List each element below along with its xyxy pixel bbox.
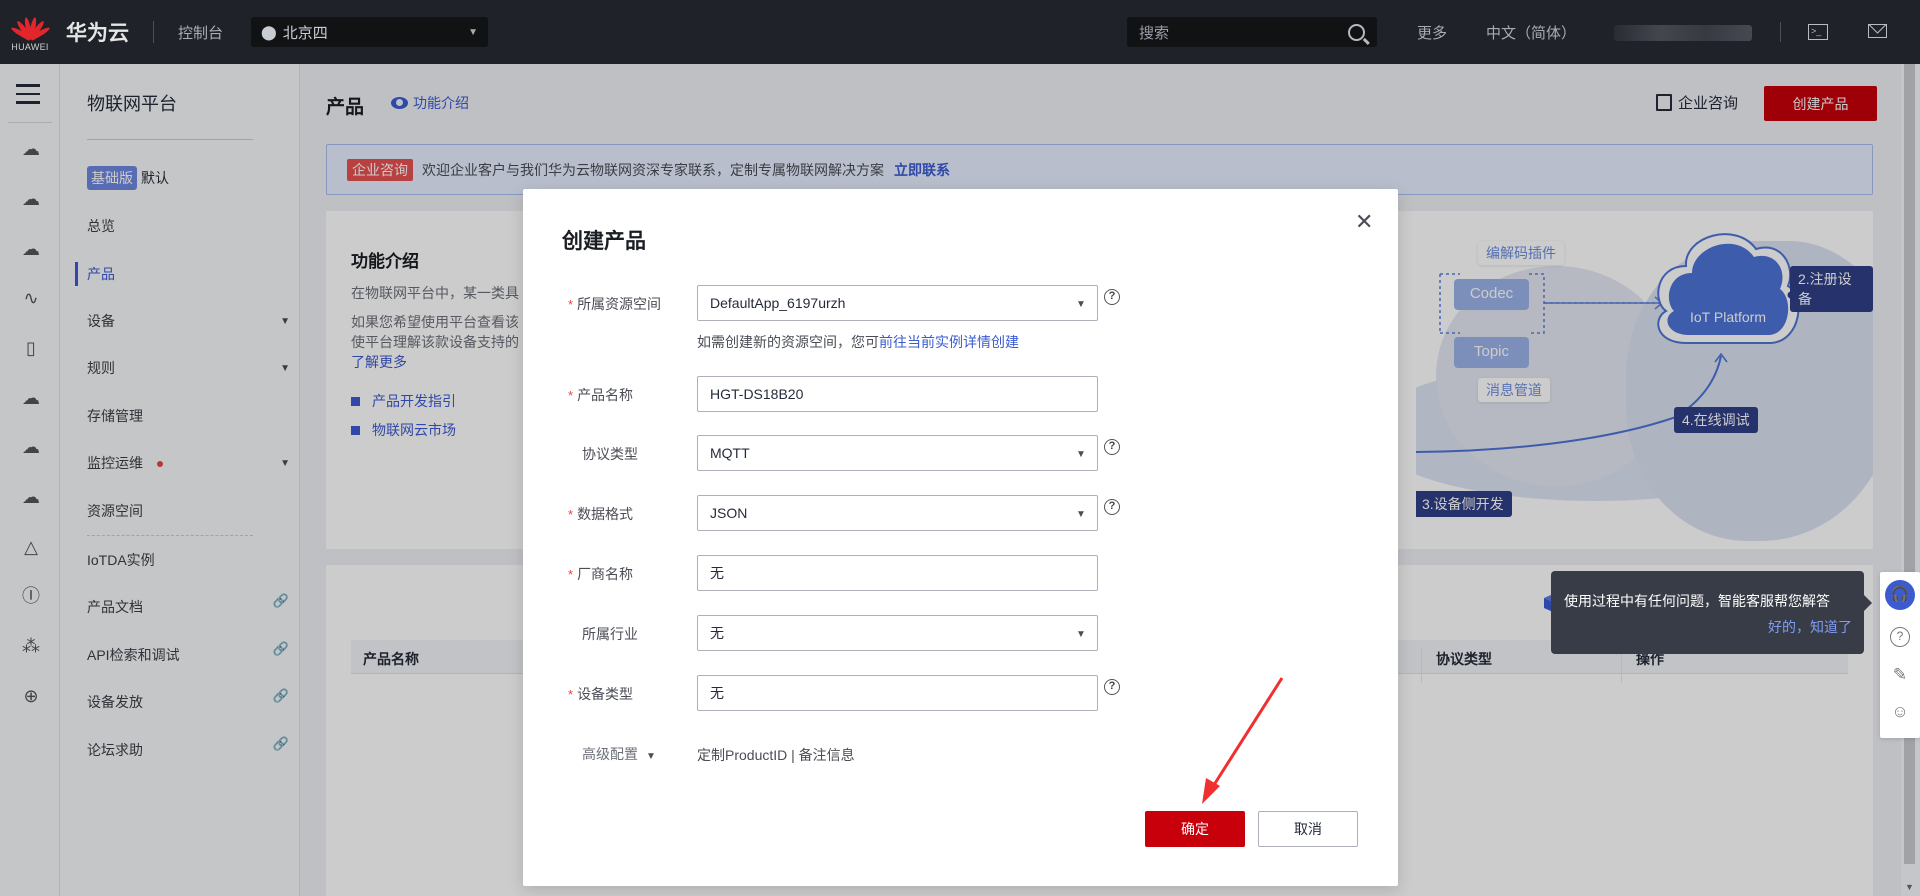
help-icon[interactable]: ? [1104, 439, 1120, 455]
chevron-down-icon: ▼ [1076, 299, 1086, 310]
field-manufacturer: * 厂商名称 [523, 555, 1398, 591]
customer-service-tooltip: 使用过程中有任何问题，智能客服帮您解答 好的，知道了 [1551, 571, 1872, 654]
resource-space-select[interactable]: DefaultApp_6197urzh [697, 285, 1098, 321]
terminal-icon[interactable]: >_ [1808, 24, 1828, 40]
advanced-config-toggle[interactable]: 高级配置 ▼ [582, 744, 656, 764]
field-product-name: * 产品名称 [523, 376, 1398, 412]
industry-select[interactable]: 无 [697, 615, 1098, 651]
field-label: * 产品名称 [568, 385, 678, 405]
help-icon[interactable]: ? [1104, 679, 1120, 695]
device-type-input[interactable] [697, 675, 1098, 711]
required-mark: * [568, 388, 574, 403]
chevron-down-icon: ▼ [1076, 629, 1086, 640]
more-menu[interactable]: 更多 [1417, 22, 1447, 43]
customer-service-icon[interactable]: 🎧 [1885, 580, 1915, 610]
advanced-config-label: 高级配置 [582, 746, 638, 762]
logo-text: HUAWEI [11, 41, 49, 52]
scroll-down-arrow-icon[interactable]: ▼ [1905, 882, 1914, 892]
user-account-redacted[interactable] [1614, 25, 1752, 41]
close-icon[interactable]: ✕ [1355, 211, 1373, 233]
field-data-format: * 数据格式 JSON ▼ ? [523, 495, 1398, 531]
label-text: 设备类型 [577, 686, 634, 702]
field-label: * 厂商名称 [568, 564, 678, 584]
brand-name[interactable]: 华为云 [66, 17, 129, 47]
advanced-config-items: 定制ProductID | 备注信息 [697, 747, 855, 763]
annotation-arrow [1202, 677, 1284, 804]
required-mark: * [568, 687, 574, 702]
huawei-logo[interactable]: HUAWEI [0, 0, 60, 64]
search-icon[interactable] [1348, 23, 1365, 41]
label-text: 所属资源空间 [577, 296, 662, 312]
floating-help-toolbar: 🎧 ? ✎ ☺ [1880, 572, 1920, 738]
dialog-title: 创建产品 [562, 230, 646, 253]
data-format-select[interactable]: JSON [697, 495, 1098, 531]
satisfaction-icon[interactable]: ☺ [1890, 702, 1910, 722]
language-select[interactable]: 中文（简体） [1486, 22, 1576, 43]
confirm-button[interactable]: 确定 [1145, 811, 1245, 847]
hint-text: 如需创建新的资源空间，您可 [697, 334, 879, 350]
field-industry: 所属行业 无 ▼ [523, 615, 1398, 651]
field-label: 协议类型 [582, 446, 638, 462]
scrollbar-thumb[interactable] [1904, 64, 1915, 864]
field-label: 所属行业 [582, 626, 638, 642]
mail-icon[interactable] [1868, 24, 1887, 38]
huawei-flower-icon [10, 13, 51, 41]
chevron-down-icon: ▼ [468, 26, 479, 38]
help-icon[interactable]: ? [1104, 289, 1120, 305]
modal-backdrop[interactable] [0, 64, 60, 896]
help-icon[interactable]: ? [1890, 627, 1910, 647]
console-link[interactable]: 控制台 [178, 22, 223, 43]
required-mark: * [568, 507, 574, 522]
feedback-icon[interactable]: ✎ [1890, 665, 1910, 685]
got-it-link[interactable]: 好的，知道了 [1564, 617, 1852, 637]
label-text: 产品名称 [577, 387, 634, 403]
divider [153, 21, 154, 43]
field-label: * 数据格式 [568, 504, 678, 524]
help-icon[interactable]: ? [1104, 499, 1120, 515]
region-select[interactable]: ⬤ 北京四 ▼ [251, 17, 489, 47]
required-mark: * [568, 567, 574, 582]
tooltip-text: 使用过程中有任何问题，智能客服帮您解答 [1564, 593, 1830, 609]
page-scrollbar[interactable]: ▼ [1901, 64, 1920, 896]
divider [1780, 22, 1781, 42]
location-pin-icon: ⬤ [261, 23, 277, 40]
create-in-instance-link[interactable]: 前往当前实例详情创建 [879, 334, 1019, 350]
resource-space-hint: 如需创建新的资源空间，您可前往当前实例详情创建 [697, 332, 1019, 352]
chevron-down-icon: ▼ [1076, 449, 1086, 460]
field-resource-space: * 所属资源空间 DefaultApp_6197urzh ▼ ? [523, 285, 1398, 321]
field-protocol-type: 协议类型 MQTT ▼ ? [523, 435, 1398, 471]
cancel-button[interactable]: 取消 [1258, 811, 1358, 847]
required-mark: * [568, 297, 574, 312]
search-placeholder: 搜索 [1139, 24, 1170, 42]
protocol-type-select[interactable]: MQTT [697, 435, 1098, 471]
label-text: 数据格式 [577, 506, 634, 522]
manufacturer-input[interactable] [697, 555, 1098, 591]
label-text: 厂商名称 [577, 566, 634, 582]
search-input[interactable]: 搜索 [1127, 17, 1377, 47]
product-name-input[interactable] [697, 376, 1098, 412]
field-label: * 所属资源空间 [568, 294, 678, 314]
field-label: * 设备类型 [568, 684, 678, 704]
chevron-down-icon: ▼ [646, 751, 656, 762]
chevron-down-icon: ▼ [1076, 509, 1086, 520]
region-value: 北京四 [282, 24, 328, 42]
